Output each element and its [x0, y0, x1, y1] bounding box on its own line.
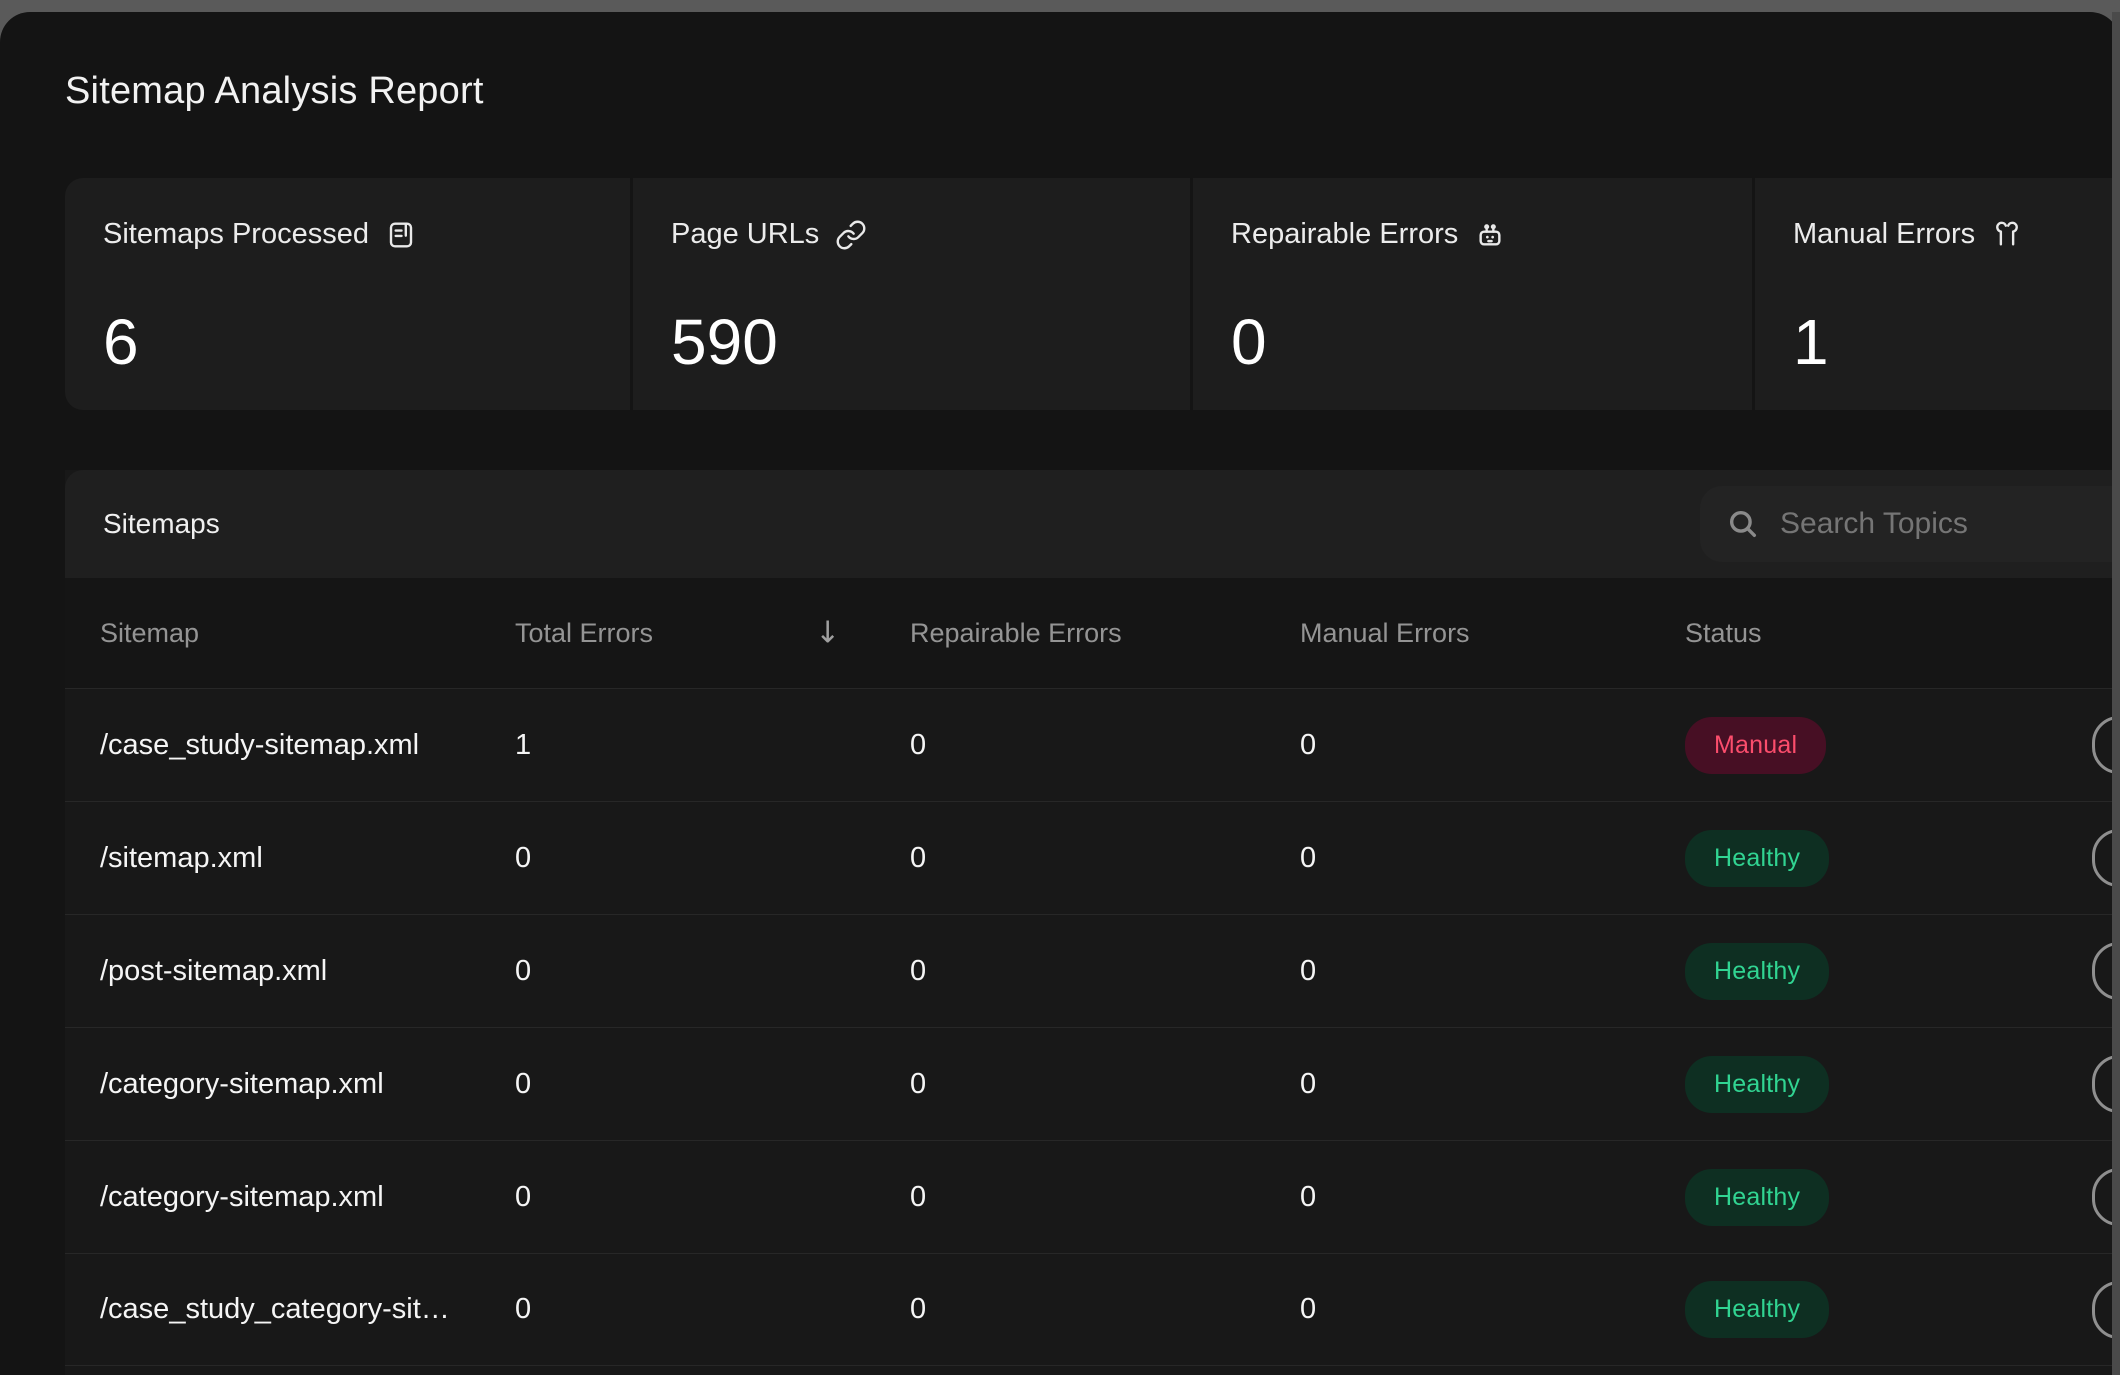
- status-badge: Healthy: [1685, 830, 1829, 887]
- stat-card-sitemaps-processed: Sitemaps Processed 6: [65, 178, 630, 410]
- table-row[interactable]: /category-sitemap.xml 0 0 0 Healthy: [65, 1027, 2120, 1140]
- stat-value: 6: [103, 310, 592, 374]
- table-row[interactable]: /post-sitemap.xml 0 0 0 Healthy: [65, 914, 2120, 1027]
- stat-value: 590: [671, 310, 1152, 374]
- search-icon: [1726, 507, 1760, 541]
- stat-value: 1: [1793, 310, 2082, 374]
- column-header-label: Total Errors: [515, 618, 653, 648]
- stat-label: Repairable Errors: [1231, 218, 1458, 251]
- cell-repairable-errors: 0: [910, 955, 1300, 988]
- status-badge: Healthy: [1685, 1169, 1829, 1226]
- stat-card-page-urls: Page URLs 590: [633, 178, 1190, 410]
- sitemap-document-icon: [385, 219, 417, 251]
- cell-manual-errors: 0: [1300, 842, 1685, 875]
- status-badge: Healthy: [1685, 1281, 1829, 1338]
- cell-manual-errors: 0: [1300, 729, 1685, 762]
- cell-sitemap: /case_study_category-sit…: [65, 1293, 515, 1326]
- vertical-scrollbar[interactable]: [2112, 12, 2120, 1375]
- column-header-manual-errors[interactable]: Manual Errors: [1300, 618, 1685, 649]
- app-window: Sitemap Analysis Report Sitemaps Process…: [0, 12, 2120, 1375]
- table-row[interactable]: /case_study-sitemap.xml 1 0 0 Manual: [65, 688, 2120, 801]
- cell-repairable-errors: 0: [910, 842, 1300, 875]
- link-icon: [835, 219, 867, 251]
- stat-label: Manual Errors: [1793, 218, 1975, 251]
- wrench-icon: [1991, 219, 2023, 251]
- bot-icon: [1474, 219, 1506, 251]
- cell-total-errors: 0: [515, 842, 910, 875]
- column-header-status[interactable]: Status: [1685, 618, 2120, 649]
- cell-sitemap: /category-sitemap.xml: [65, 1181, 515, 1214]
- cell-manual-errors: 0: [1300, 1293, 1685, 1326]
- status-badge: Manual: [1685, 717, 1826, 774]
- cell-repairable-errors: 0: [910, 729, 1300, 762]
- page-title: Sitemap Analysis Report: [65, 70, 484, 113]
- cell-manual-errors: 0: [1300, 955, 1685, 988]
- cell-repairable-errors: 0: [910, 1068, 1300, 1101]
- column-header-repairable-errors[interactable]: Repairable Errors: [910, 618, 1300, 649]
- search-box[interactable]: [1700, 486, 2120, 562]
- sitemaps-panel-header: Sitemaps: [65, 470, 2120, 578]
- cell-total-errors: 1: [515, 729, 910, 762]
- cell-manual-errors: 0: [1300, 1068, 1685, 1101]
- stat-cards: Sitemaps Processed 6 Page URLs 590 Repai…: [65, 178, 2120, 410]
- cell-repairable-errors: 0: [910, 1181, 1300, 1214]
- sort-descending-icon[interactable]: ↓: [815, 616, 840, 651]
- cell-sitemap: /category-sitemap.xml: [65, 1068, 515, 1101]
- column-header-total-errors[interactable]: Total Errors ↓: [515, 618, 910, 649]
- status-badge: Healthy: [1685, 1056, 1829, 1113]
- sitemaps-panel: Sitemaps Sitemap Total Errors ↓ Repairab…: [65, 470, 2120, 1375]
- status-badge: Healthy: [1685, 943, 1829, 1000]
- cell-total-errors: 0: [515, 1181, 910, 1214]
- table-row[interactable]: /sitemap.xml 0 0 0 Healthy: [65, 801, 2120, 914]
- table-header-row: Sitemap Total Errors ↓ Repairable Errors…: [65, 578, 2120, 688]
- cell-sitemap: /sitemap.xml: [65, 842, 515, 875]
- cell-total-errors: 0: [515, 955, 910, 988]
- stat-label: Page URLs: [671, 218, 819, 251]
- cell-manual-errors: 0: [1300, 1181, 1685, 1214]
- stat-label: Sitemaps Processed: [103, 218, 369, 251]
- cell-total-errors: 0: [515, 1068, 910, 1101]
- panel-title: Sitemaps: [103, 470, 220, 578]
- cell-total-errors: 0: [515, 1293, 910, 1326]
- stat-card-manual-errors: Manual Errors 1: [1755, 178, 2120, 410]
- cell-sitemap: /post-sitemap.xml: [65, 955, 515, 988]
- column-header-sitemap[interactable]: Sitemap: [65, 618, 515, 649]
- stat-value: 0: [1231, 310, 1714, 374]
- cell-repairable-errors: 0: [910, 1293, 1300, 1326]
- cell-sitemap: /case_study-sitemap.xml: [65, 729, 515, 762]
- search-input[interactable]: [1778, 506, 2120, 542]
- table-row[interactable]: /category-sitemap.xml 0 0 0 Healthy: [65, 1140, 2120, 1253]
- stat-card-repairable-errors: Repairable Errors 0: [1193, 178, 1752, 410]
- table-row[interactable]: /case_study_category-sit… 0 0 0 Healthy: [65, 1253, 2120, 1366]
